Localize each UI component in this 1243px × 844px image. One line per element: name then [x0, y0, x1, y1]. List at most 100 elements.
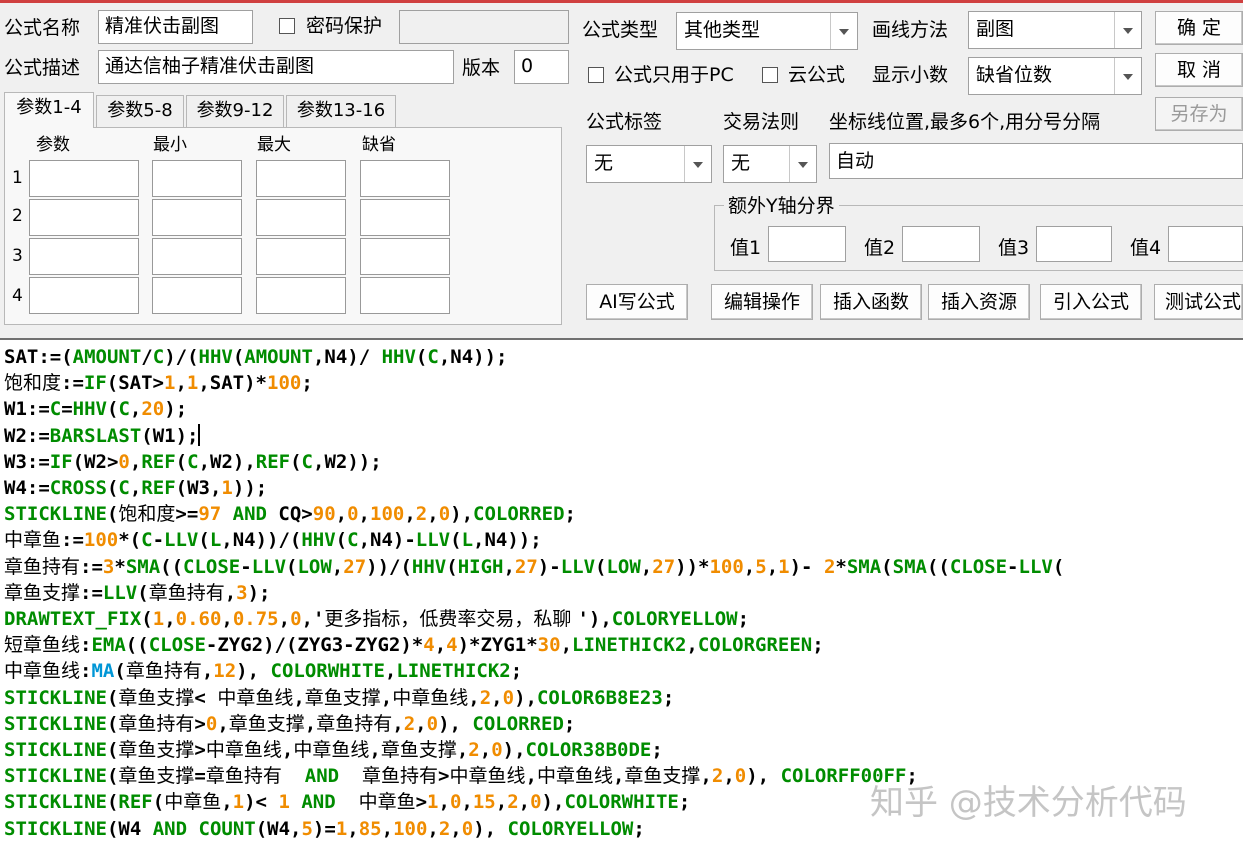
param-min-input[interactable]: [152, 160, 242, 197]
tab-params-13-16[interactable]: 参数13-16: [286, 95, 396, 127]
code-token: (W4: [106, 817, 153, 840]
formula-type-select[interactable]: 其他类型: [676, 12, 858, 50]
tab-params-9-12[interactable]: 参数9-12: [186, 95, 284, 127]
param-default-input[interactable]: [360, 160, 450, 197]
code-token: 0: [290, 608, 302, 630]
code-line[interactable]: W2:=BARSLAST(W1);: [4, 423, 201, 449]
code-token: (: [198, 529, 210, 552]
code-token: 章鱼持有: [125, 660, 202, 683]
param-name-input[interactable]: [29, 238, 139, 275]
code-token: 100: [83, 529, 119, 552]
version-input[interactable]: 0: [514, 50, 569, 84]
code-token: 1: [186, 372, 199, 395]
code-token: ),: [236, 660, 271, 683]
ok-button[interactable]: 确 定: [1155, 11, 1243, 45]
code-token: ,N4))/(: [221, 529, 302, 552]
code-token: ),: [514, 686, 537, 709]
param-max-input[interactable]: [256, 238, 346, 275]
code-line[interactable]: STICKLINE(REF(中章鱼,1)< 1 AND 中章鱼>1,0,15,2…: [4, 789, 690, 815]
tag-select[interactable]: 无: [586, 145, 712, 183]
draw-method-select[interactable]: 副图: [968, 11, 1142, 49]
code-line[interactable]: STICKLINE(章鱼支撑=章鱼持有 AND 章鱼持有>中章鱼线,中章鱼线,章…: [4, 763, 918, 789]
value1-input[interactable]: [768, 226, 846, 262]
trade-rule-select[interactable]: 无: [723, 145, 817, 183]
code-token: ,: [525, 765, 537, 788]
save-as-button[interactable]: 另存为: [1155, 97, 1243, 131]
code-token: ,: [495, 791, 508, 814]
import-formula-button[interactable]: 引入公式: [1040, 284, 1142, 320]
code-line[interactable]: 短章鱼线:EMA((CLOSE-ZYG2)/(ZYG3-ZYG2)*4,4)*Z…: [4, 632, 824, 658]
code-token: C: [118, 398, 130, 421]
param-min-input[interactable]: [152, 277, 242, 314]
code-line[interactable]: STICKLINE(章鱼支撑>中章鱼线,中章鱼线,章鱼支撑,2,0),COLOR…: [4, 737, 663, 763]
code-token: C: [152, 346, 165, 368]
tab-params-5-8[interactable]: 参数5-8: [96, 95, 184, 127]
param-default-input[interactable]: [360, 238, 450, 275]
code-token: C: [141, 529, 153, 552]
code-token: (: [106, 791, 119, 814]
code-token: 1: [778, 555, 790, 578]
code-line[interactable]: W1:=C=HHV(C,20);: [4, 396, 187, 422]
code-token: 中章鱼: [4, 529, 62, 552]
code-token: 0: [347, 503, 359, 526]
value4-input[interactable]: [1168, 226, 1243, 262]
code-line[interactable]: SAT:=(AMOUNT/C)/(HHV(AMOUNT,N4)/ HHV(C,N…: [4, 344, 507, 370]
ai-write-button[interactable]: AI写公式: [586, 284, 688, 320]
code-token: (: [286, 555, 298, 578]
param-name-input[interactable]: [29, 160, 139, 197]
code-line[interactable]: 中章鱼:=100*(C-LLV(L,N4))/(HHV(C,N4)-LLV(L,…: [4, 527, 542, 553]
param-min-input[interactable]: [152, 199, 242, 236]
code-line[interactable]: 章鱼持有:=3*SMA((CLOSE-LLV(LOW,27))/(HHV(HIG…: [4, 554, 1064, 580]
password-checkbox[interactable]: [279, 18, 295, 34]
code-token: (: [335, 529, 348, 552]
code-line[interactable]: STICKLINE(饱和度>=97 AND CQ>90,0,100,2,0),C…: [4, 501, 576, 527]
cloud-formula-checkbox[interactable]: [762, 67, 778, 83]
code-line[interactable]: 饱和度:=IF(SAT>1,1,SAT)*100;: [4, 370, 313, 396]
value3-input[interactable]: [1036, 226, 1112, 262]
insert-function-button[interactable]: 插入函数: [820, 284, 922, 320]
code-line[interactable]: 中章鱼线:MA(章鱼持有,12), COLORWHITE,LINETHICK2;: [4, 658, 522, 684]
param-max-input[interactable]: [256, 199, 346, 236]
code-line[interactable]: STICKLINE(章鱼持有>0,章鱼支撑,章鱼持有,2,0), COLORRE…: [4, 711, 575, 737]
code-token: AMOUNT: [72, 346, 142, 368]
code-token: 5: [301, 817, 313, 840]
code-editor[interactable]: SAT:=(AMOUNT/C)/(HHV(AMOUNT,N4)/ HHV(C,N…: [0, 338, 1243, 844]
test-formula-button[interactable]: 测试公式: [1154, 284, 1243, 320]
tab-params-1-4[interactable]: 参数1-4: [4, 92, 94, 128]
code-token: STICKLINE: [4, 686, 107, 709]
axis-lines-input[interactable]: 自动: [829, 143, 1243, 179]
code-token: 0: [426, 712, 439, 735]
code-token: AND: [232, 503, 267, 526]
edit-operations-button[interactable]: 编辑操作: [711, 284, 813, 320]
code-line[interactable]: W4:=CROSS(C,REF(W3,1));: [4, 475, 267, 501]
code-line[interactable]: W3:=IF(W2>0,REF(C,W2),REF(C,W2));: [4, 449, 382, 475]
param-max-input[interactable]: [256, 160, 346, 197]
code-token: =: [194, 765, 206, 788]
code-token: COLOR38B0DE: [525, 739, 652, 761]
param-name-input[interactable]: [29, 199, 139, 236]
param-name-input[interactable]: [29, 277, 139, 314]
code-line[interactable]: STICKLINE(章鱼支撑< 中章鱼线,章鱼支撑,中章鱼线,2,0),COLO…: [4, 685, 674, 711]
code-line[interactable]: DRAWTEXT_FIX(1,0.60,0.75,0,'更多指标，低费率交易，私…: [4, 606, 749, 632]
code-token: -ZYG2)/(ZYG3-ZYG2)*: [205, 634, 424, 657]
param-min-input[interactable]: [152, 238, 242, 275]
param-max-input[interactable]: [256, 277, 346, 314]
code-line[interactable]: STICKLINE(W4 AND COUNT(W4,5)=1,85,100,2,…: [4, 816, 645, 842]
code-token: ),: [450, 503, 474, 526]
code-token: (: [141, 608, 153, 630]
param-default-input[interactable]: [360, 199, 450, 236]
pc-only-checkbox[interactable]: [588, 67, 604, 83]
cancel-button[interactable]: 取 消: [1155, 53, 1243, 87]
code-token: 0: [461, 817, 474, 840]
decimals-select[interactable]: 缺省位数: [968, 57, 1142, 95]
insert-resource-button[interactable]: 插入资源: [928, 284, 1030, 320]
description-input[interactable]: 通达信柚子精准伏击副图: [98, 50, 454, 84]
code-token: =: [61, 398, 73, 421]
param-default-input[interactable]: [360, 277, 450, 314]
code-line[interactable]: 章鱼支撑:=LLV(章鱼持有,3);: [4, 580, 271, 606]
value2-input[interactable]: [902, 226, 980, 262]
formula-name-input[interactable]: 精准伏击副图: [98, 10, 253, 44]
code-token: 85: [358, 817, 382, 840]
